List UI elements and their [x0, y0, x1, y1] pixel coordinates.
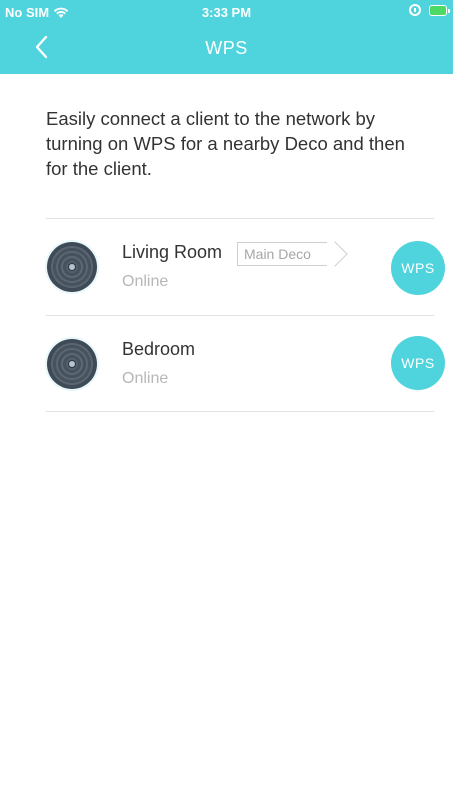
- deco-disc-icon: [47, 242, 97, 292]
- divider: [46, 411, 434, 412]
- deco-device-icon: [45, 337, 99, 391]
- device-name: Bedroom: [122, 339, 196, 359]
- navigation-bar: WPS: [0, 24, 453, 74]
- status-time: 3:33 PM: [201, 5, 252, 20]
- device-name: Living Room: [122, 242, 223, 262]
- intro-text: Easily connect a client to the network b…: [46, 108, 405, 179]
- battery-charging-icon: [429, 4, 450, 16]
- status-right: [409, 4, 450, 16]
- page-title: WPS: [205, 38, 248, 58]
- wps-button[interactable]: WPS: [391, 241, 445, 295]
- app-header: No SIM 3:33 PM WPS: [0, 0, 453, 74]
- main-deco-badge: Main Deco: [237, 242, 327, 266]
- device-row-bedroom[interactable]: Bedroom Online WPS: [0, 316, 453, 412]
- status-bar: No SIM 3:33 PM: [0, 0, 453, 24]
- deco-device-icon: [45, 240, 99, 294]
- device-row-living-room[interactable]: Living Room Main Deco Online WPS: [0, 219, 453, 315]
- device-status: Online: [122, 370, 169, 387]
- device-status: Online: [122, 273, 169, 290]
- wps-button[interactable]: WPS: [391, 336, 445, 390]
- orientation-lock-icon: [409, 4, 421, 16]
- deco-disc-icon: [47, 339, 97, 389]
